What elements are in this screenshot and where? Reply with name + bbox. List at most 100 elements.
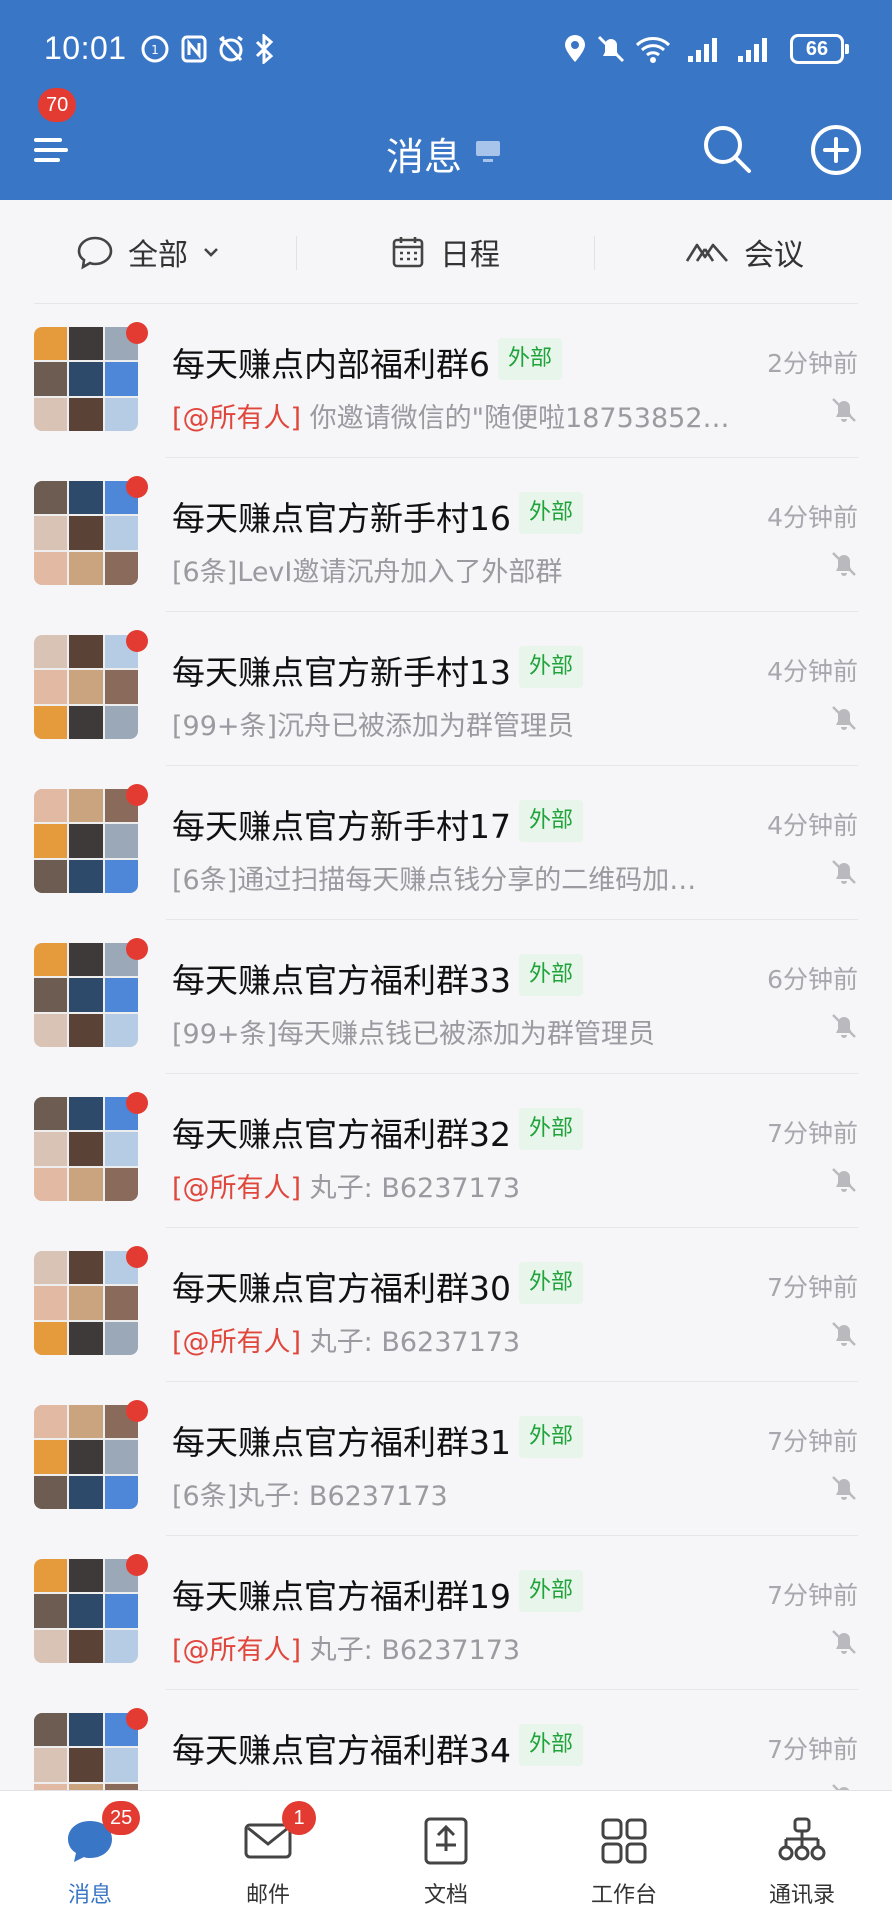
conversation-preview: [6条]LevI邀请沉舟加入了外部群	[172, 550, 562, 589]
conversation-preview: [6条]丸子: B6237173	[172, 1474, 448, 1513]
conversation-name: 每天赚点官方福利群30	[172, 1269, 511, 1308]
mention-prefix: [@所有人]	[172, 1173, 302, 1204]
unread-dot	[126, 1708, 148, 1730]
avatar-tile	[104, 516, 138, 550]
search-button[interactable]	[700, 122, 754, 176]
meeting-icon	[685, 243, 728, 262]
hd-icon: 1	[141, 35, 169, 63]
filter-all[interactable]: 全部	[76, 200, 220, 304]
avatar-tile	[69, 516, 103, 550]
count-prefix: [99+条]	[172, 711, 278, 742]
page-title: 消息	[386, 135, 463, 179]
mute-bell-icon	[597, 35, 625, 63]
external-tag: 外部	[519, 800, 584, 842]
status-time: 10:01	[44, 30, 127, 66]
avatar-tile	[69, 978, 103, 1012]
avatar-tile	[104, 362, 138, 396]
conversation-name: 每天赚点官方福利群32	[172, 1115, 511, 1154]
avatar-tile	[104, 1594, 138, 1628]
muted-bell-icon	[832, 1014, 856, 1038]
preview-text: 你邀请微信的"随便啦18753852…	[301, 403, 730, 434]
conversation-preview: [@所有人] 丸子: B6237173	[172, 1166, 520, 1205]
group-avatar	[34, 1405, 138, 1509]
conversation-preview: [@所有人] 丸子: B6237173	[172, 1628, 520, 1667]
preview-text: 丸子: B6237173	[301, 1635, 521, 1666]
avatar-tile	[69, 1559, 103, 1593]
filter-meeting[interactable]: 会议	[684, 200, 804, 304]
conversation-time: 4分钟前	[767, 657, 858, 686]
divider	[296, 236, 297, 270]
muted-bell-icon	[832, 398, 856, 422]
conversation-row[interactable]: 每天赚点官方福利群19 外部 7分钟前 [@所有人] 丸子: B6237173	[0, 1536, 892, 1690]
signal-icon-1	[688, 38, 717, 62]
avatar-tile	[34, 1251, 68, 1285]
conversation-time: 2分钟前	[767, 349, 858, 378]
conversation-row[interactable]: 每天赚点官方福利群33 外部 6分钟前 [99+条]每天赚点钱已被添加为群管理员	[0, 920, 892, 1074]
avatar-tile	[34, 1321, 68, 1355]
filter-all-label: 全部	[128, 238, 188, 273]
tab-contacts[interactable]: 通讯录	[732, 1791, 872, 1920]
conversation-row[interactable]: 每天赚点官方福利群30 外部 7分钟前 [@所有人] 丸子: B6237173	[0, 1228, 892, 1382]
workbench-icon	[601, 1818, 647, 1864]
conversation-row[interactable]: 每天赚点官方福利群34外部 7分钟前 [@所有人] 丸子: B6237173	[0, 1690, 892, 1790]
tab-docs[interactable]: 文档	[376, 1791, 516, 1920]
avatar-tile	[34, 1286, 68, 1320]
tab-mail-badge: 1	[282, 1801, 316, 1835]
avatar-tile	[34, 859, 68, 893]
avatar-tile	[69, 1594, 103, 1628]
group-avatar	[34, 1559, 138, 1663]
avatar-tile	[34, 397, 68, 431]
conversation-row[interactable]: 每天赚点官方福利群32 外部 7分钟前 [@所有人] 丸子: B6237173	[0, 1074, 892, 1228]
avatar-tile	[69, 362, 103, 396]
tab-mail[interactable]: 1 邮件	[198, 1791, 338, 1920]
conversation-preview: [@所有人] 你邀请微信的"随便啦18753852…	[172, 396, 730, 435]
avatar-tile	[104, 978, 138, 1012]
conversation-row[interactable]: 每天赚点官方新手村13 外部 4分钟前 [99+条]沉舟已被添加为群管理员	[0, 612, 892, 766]
tab-messages-label: 消息	[67, 1883, 112, 1908]
conversation-row[interactable]: 每天赚点内部福利群6 外部 2分钟前 [@所有人] 你邀请微信的"随便啦1875385…	[0, 304, 892, 458]
unread-dot	[126, 1554, 148, 1576]
menu-icon	[34, 138, 62, 142]
mention-prefix: [@所有人]	[172, 1327, 302, 1358]
contacts-icon	[778, 1817, 826, 1861]
avatar-tile	[69, 789, 103, 823]
conversation-time: 7分钟前	[767, 1427, 858, 1456]
tab-workbench[interactable]: 工作台	[554, 1791, 694, 1920]
avatar-tile	[69, 1286, 103, 1320]
preview-text: 丸子: B6237173	[237, 1481, 448, 1512]
conversation-preview: [99+条]沉舟已被添加为群管理员	[172, 704, 574, 743]
muted-bell-icon	[832, 860, 856, 884]
conversation-row[interactable]: 每天赚点官方福利群31 外部 7分钟前 [6条]丸子: B6237173	[0, 1382, 892, 1536]
mention-prefix: [@所有人]	[172, 403, 302, 434]
avatar-tile	[69, 481, 103, 515]
avatar-tile	[69, 1097, 103, 1131]
conversation-name: 每天赚点官方新手村16	[172, 499, 511, 538]
avatar-tile	[34, 1629, 68, 1663]
avatar-tile	[69, 824, 103, 858]
avatar-tile	[34, 978, 68, 1012]
avatar-tile	[69, 397, 103, 431]
menu-icon-line	[34, 148, 68, 152]
svg-text:1: 1	[151, 43, 159, 57]
tab-docs-label: 文档	[423, 1883, 468, 1908]
menu-button[interactable]	[34, 130, 74, 170]
add-button[interactable]	[810, 124, 862, 176]
avatar-tile	[69, 327, 103, 361]
conversation-time: 7分钟前	[767, 1273, 858, 1302]
conversation-row[interactable]: 每天赚点官方新手村17 外部 4分钟前 [6条]通过扫描每天赚点钱分享的二维码加…	[0, 766, 892, 920]
filter-schedule[interactable]: 日程	[390, 200, 500, 304]
unread-dot	[126, 784, 148, 806]
avatar-tile	[34, 943, 68, 977]
avatar-tile	[104, 1167, 138, 1201]
tab-messages[interactable]: 25 消息	[20, 1791, 160, 1920]
avatar-tile	[104, 705, 138, 739]
external-tag: 外部	[519, 1416, 584, 1458]
avatar-tile	[69, 1440, 103, 1474]
group-avatar	[34, 1251, 138, 1355]
tab-messages-badge: 25	[102, 1801, 141, 1835]
avatar-tile	[69, 1321, 103, 1355]
group-avatar	[34, 635, 138, 739]
conversation-row[interactable]: 每天赚点官方新手村16 外部 4分钟前 [6条]LevI邀请沉舟加入了外部群	[0, 458, 892, 612]
avatar-tile	[104, 1013, 138, 1047]
avatar-tile	[104, 1286, 138, 1320]
